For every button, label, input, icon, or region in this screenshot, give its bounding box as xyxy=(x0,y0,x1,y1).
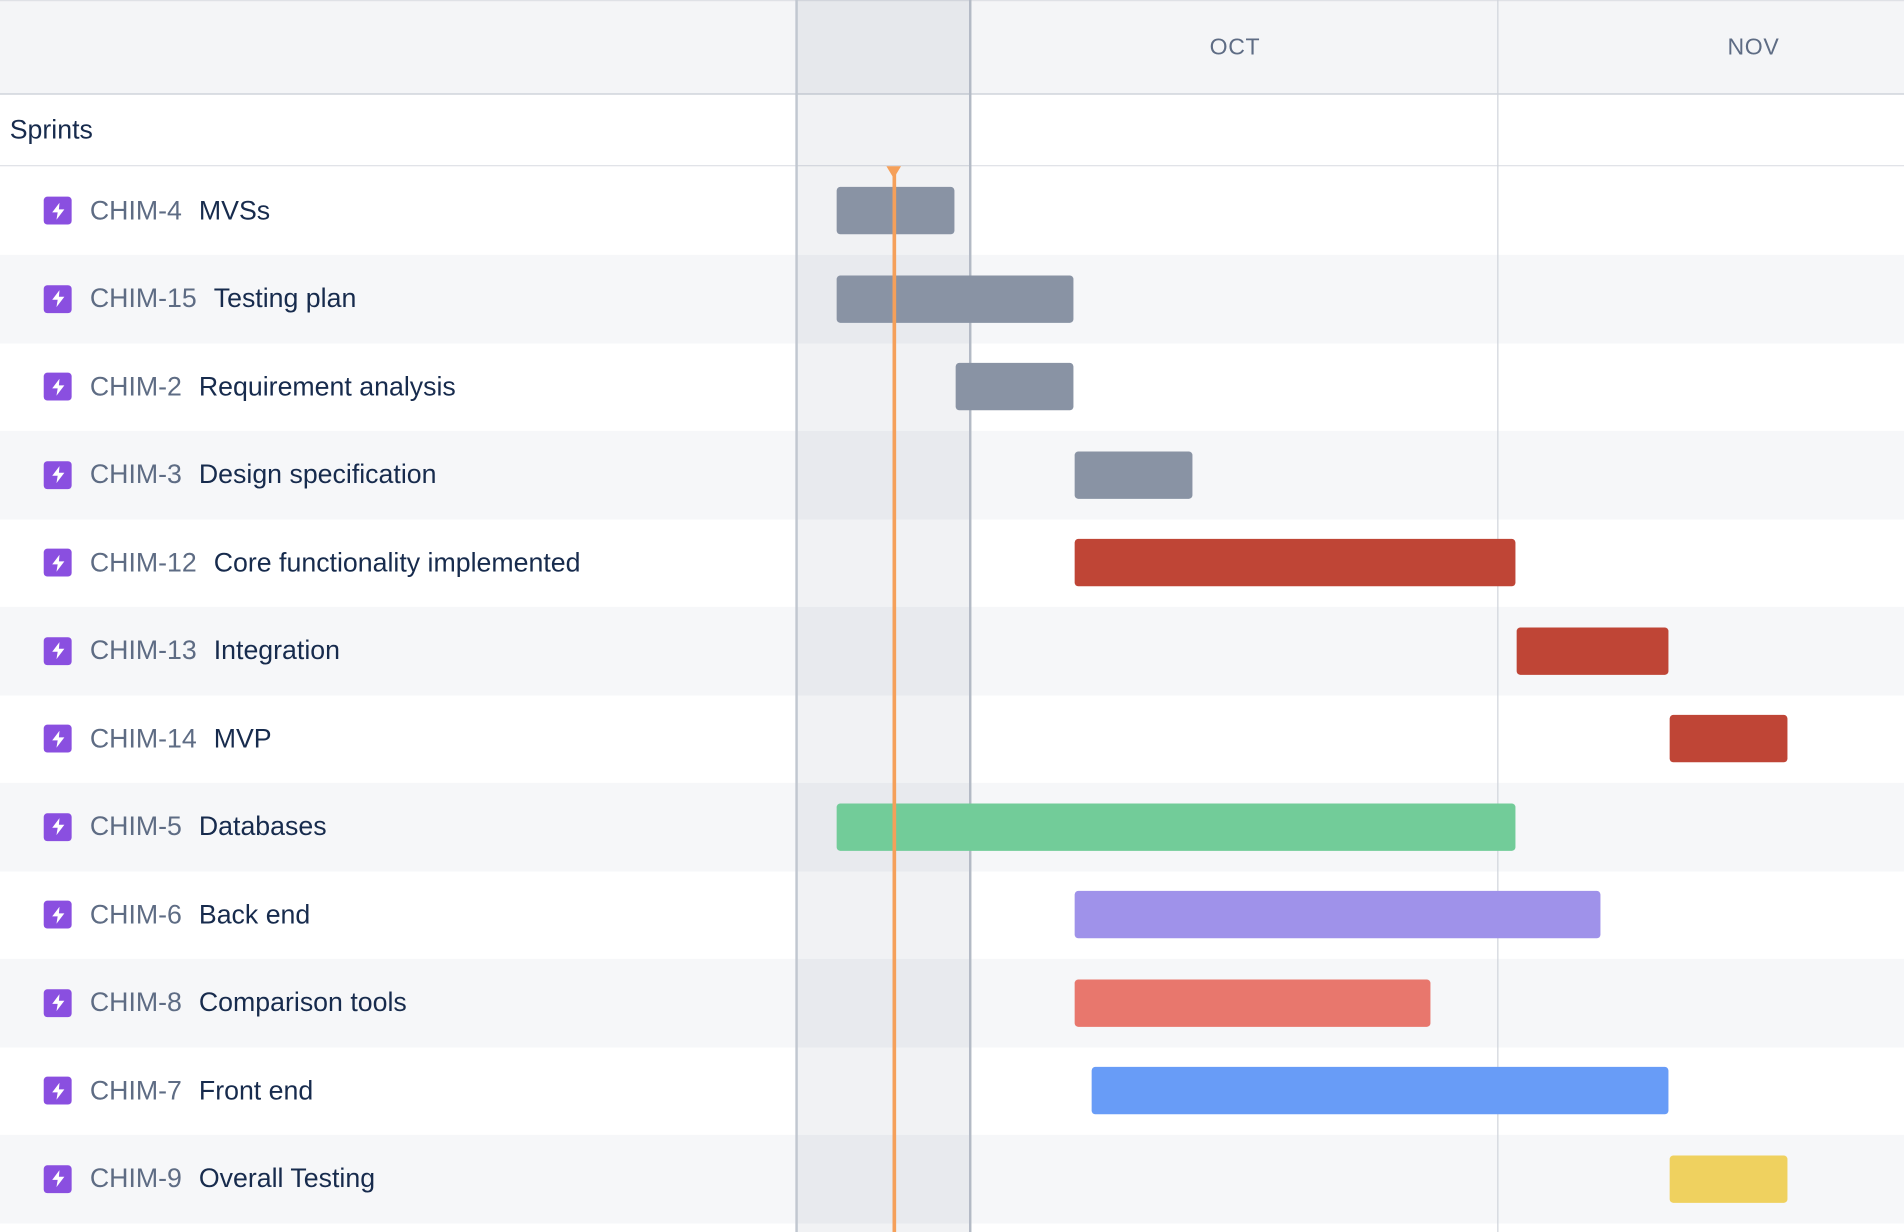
issue-key[interactable]: CHIM-12 xyxy=(90,547,197,579)
timeline-bar-chim-2[interactable] xyxy=(955,362,1074,411)
issue-summary[interactable]: MVP xyxy=(214,723,272,755)
month-oct: OCT xyxy=(1209,35,1261,61)
issue-summary[interactable]: Overall Testing xyxy=(199,1163,375,1195)
issue-summary[interactable]: Design specification xyxy=(199,459,437,491)
epic-lightning-icon xyxy=(43,636,72,665)
epic-row-label[interactable]: CHIM-5 Databases xyxy=(43,782,327,871)
issue-key[interactable]: CHIM-6 xyxy=(90,899,182,931)
timeline-bar-chim-6[interactable] xyxy=(1074,890,1601,939)
timeline-bar-chim-15[interactable] xyxy=(836,274,1074,323)
timeline-bar-chim-12[interactable] xyxy=(1074,538,1516,587)
epic-row-label[interactable]: CHIM-9 Overall Testing xyxy=(43,1134,375,1223)
epic-row-label[interactable]: CHIM-12 Core functionality implemented xyxy=(43,518,581,607)
issue-key[interactable]: CHIM-5 xyxy=(90,811,182,843)
epic-lightning-icon xyxy=(43,1076,72,1105)
issue-summary[interactable]: Core functionality implemented xyxy=(214,547,581,579)
sprints-row[interactable]: Sprints xyxy=(0,94,1904,167)
epic-row-label[interactable]: CHIM-6 Back end xyxy=(43,870,310,959)
epic-lightning-icon xyxy=(43,724,72,753)
today-line xyxy=(892,167,897,1232)
epic-row[interactable]: CHIM-3 Design specification xyxy=(0,430,1904,519)
sprints-label: Sprints xyxy=(9,114,93,145)
epic-row[interactable]: CHIM-6 Back end xyxy=(0,870,1904,959)
timeline-bar-chim-13[interactable] xyxy=(1516,626,1669,675)
epic-lightning-icon xyxy=(43,284,72,313)
timeline-bar-chim-9[interactable] xyxy=(1669,1154,1788,1203)
issue-summary[interactable]: MVSs xyxy=(199,195,270,227)
epic-lightning-icon xyxy=(43,988,72,1017)
epic-lightning-icon xyxy=(43,460,72,489)
timeline-header: OCT NOV xyxy=(0,0,1904,95)
issue-key[interactable]: CHIM-14 xyxy=(90,723,197,755)
epic-row-label[interactable]: CHIM-4 MVSs xyxy=(43,166,270,255)
epic-row[interactable]: CHIM-8 Comparison tools xyxy=(0,958,1904,1047)
epic-row-label[interactable]: CHIM-2 Requirement analysis xyxy=(43,342,456,431)
issue-key[interactable]: CHIM-9 xyxy=(90,1163,182,1195)
timeline-bar-chim-8[interactable] xyxy=(1074,978,1431,1027)
issue-key[interactable]: CHIM-2 xyxy=(90,371,182,403)
epic-lightning-icon xyxy=(43,1164,72,1193)
issue-key[interactable]: CHIM-3 xyxy=(90,459,182,491)
epic-row[interactable]: CHIM-14 MVP xyxy=(0,694,1904,783)
issue-summary[interactable]: Requirement analysis xyxy=(199,371,456,403)
issue-key[interactable]: CHIM-7 xyxy=(90,1075,182,1107)
issue-summary[interactable]: Databases xyxy=(199,811,327,843)
timeline-bar-chim-7[interactable] xyxy=(1091,1066,1669,1115)
timeline-bar-chim-14[interactable] xyxy=(1669,714,1788,763)
issue-key[interactable]: CHIM-4 xyxy=(90,195,182,227)
epic-row-label[interactable]: CHIM-14 MVP xyxy=(43,694,272,783)
issue-summary[interactable]: Testing plan xyxy=(214,283,357,315)
epic-lightning-icon xyxy=(43,900,72,929)
issue-summary[interactable]: Back end xyxy=(199,899,310,931)
today-marker-icon xyxy=(886,166,902,179)
epic-lightning-icon xyxy=(43,372,72,401)
epic-lightning-icon xyxy=(43,196,72,225)
issue-summary[interactable]: Front end xyxy=(199,1075,313,1107)
month-divider-nov xyxy=(1497,0,1499,1232)
issue-key[interactable]: CHIM-8 xyxy=(90,987,182,1019)
roadmap-timeline: OCT NOV Sprints CHIM-4 MVSs CHIM-15 Testing… xyxy=(0,0,1904,1232)
timeline-bar-chim-5[interactable] xyxy=(836,802,1516,851)
issue-key[interactable]: CHIM-15 xyxy=(90,283,197,315)
epic-lightning-icon xyxy=(43,812,72,841)
epic-row[interactable]: CHIM-9 Overall Testing xyxy=(0,1134,1904,1223)
issue-key[interactable]: CHIM-13 xyxy=(90,635,197,667)
epic-row-label[interactable]: CHIM-8 Comparison tools xyxy=(43,958,407,1047)
epic-lightning-icon xyxy=(43,548,72,577)
epic-row[interactable]: CHIM-12 Core functionality implemented xyxy=(0,518,1904,607)
timeline-bar-chim-3[interactable] xyxy=(1074,450,1193,499)
issue-summary[interactable]: Integration xyxy=(214,635,340,667)
epic-row-label[interactable]: CHIM-15 Testing plan xyxy=(43,254,357,343)
epic-row-label[interactable]: CHIM-3 Design specification xyxy=(43,430,437,519)
month-nov: NOV xyxy=(1727,35,1780,61)
epic-row-label[interactable]: CHIM-7 Front end xyxy=(43,1046,313,1135)
epic-row[interactable]: CHIM-2 Requirement analysis xyxy=(0,342,1904,431)
epic-row-label[interactable]: CHIM-13 Integration xyxy=(43,606,340,695)
issue-summary[interactable]: Comparison tools xyxy=(199,987,407,1019)
